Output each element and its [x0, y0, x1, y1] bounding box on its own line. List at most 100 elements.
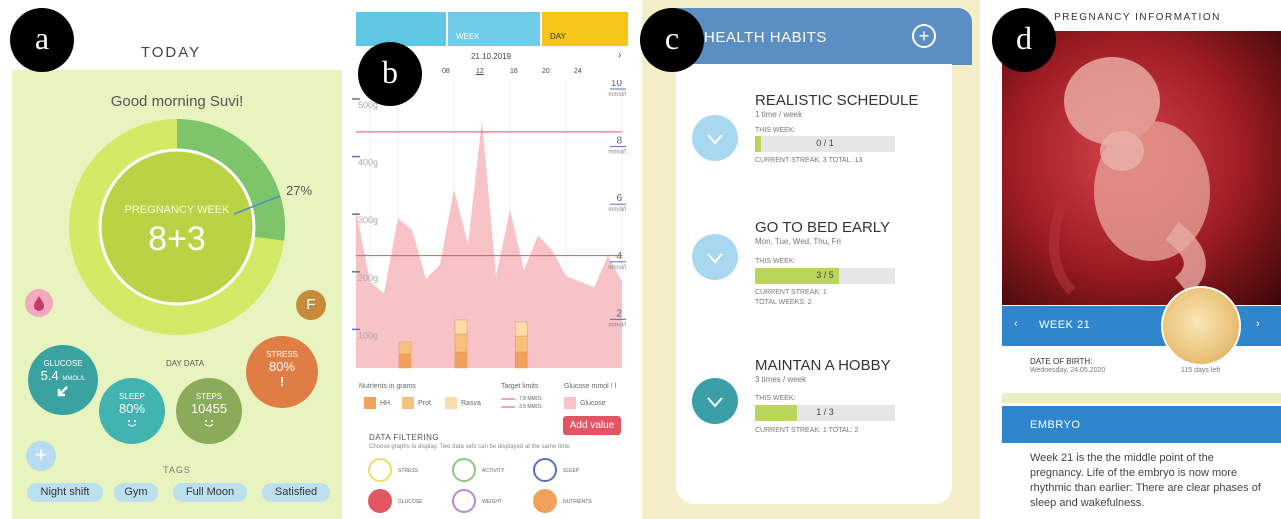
days-left: 115 days left: [1181, 367, 1221, 374]
stress-value: 80%: [268, 359, 296, 374]
sleep-bubble[interactable]: SLEEP 80%: [99, 378, 165, 444]
habit-frequency: Mon, Tue, Wed, Thu, Fri: [755, 237, 841, 246]
right-axis-unit: mmol/l: [608, 207, 626, 213]
drop-icon: [34, 296, 44, 311]
panel-marker-b: b: [358, 42, 422, 106]
plus-icon: +: [34, 442, 48, 467]
steps-bubble[interactable]: STEPS 10455: [176, 378, 242, 444]
add-value-button[interactable]: Add value: [563, 416, 621, 435]
chevron-right-icon[interactable]: ›: [1256, 318, 1260, 330]
habit-check-button[interactable]: [692, 234, 738, 280]
nutrient-bar-segment: [514, 335, 528, 353]
habit-name: MAINTAN A HOBBY: [755, 357, 891, 374]
add-habit-button[interactable]: +: [912, 24, 936, 48]
tab-week[interactable]: WEEK: [448, 12, 540, 46]
right-axis-unit: mmol/l: [608, 265, 626, 271]
chevron-down-icon: [707, 134, 723, 145]
habit-this-week: THIS WEEK:: [755, 127, 796, 134]
filter-label: ACTIVITY: [482, 468, 505, 474]
legend-hh: HH.: [380, 400, 393, 407]
glucose-value-line: 5.4 MMOL/L: [28, 368, 98, 383]
left-axis-label: 200g: [358, 273, 378, 283]
habit-progress-bar: 0 / 1: [755, 136, 895, 152]
tag-chip[interactable]: Gym: [114, 483, 158, 502]
filter-label: STRESS: [398, 468, 419, 474]
chevron-down-icon: [707, 253, 723, 264]
nutrient-bar-segment: [454, 351, 468, 369]
tag-chip[interactable]: Night shift: [27, 483, 103, 502]
filter-nutrients-toggle[interactable]: [533, 489, 557, 513]
legend-target-title: Target limits: [501, 383, 539, 390]
arrow-down-left-icon: [57, 386, 68, 397]
habit-progress-text: 0 / 1: [816, 138, 834, 148]
glucose-bubble[interactable]: GLUCOSE 5.4 MMOL/L: [28, 345, 98, 415]
filter-activity-toggle[interactable]: [452, 458, 476, 482]
legend-limit-2: 3.5 MMOL: [519, 404, 543, 410]
embryo-image: [1002, 31, 1281, 305]
habit-this-week: THIS WEEK:: [755, 395, 796, 402]
steps-label: STEPS: [195, 392, 223, 401]
legend-limit-1: 7.8 MMOL: [519, 396, 543, 402]
habit-stats: CURRENT STREAK: 3 TOTAL: 13: [755, 157, 863, 164]
panel-marker-d: d: [992, 8, 1056, 72]
filter-stress-toggle[interactable]: [368, 458, 392, 482]
glucose-area: [356, 120, 622, 368]
pregnancy-week-label: PREGNANCY WEEK: [124, 204, 230, 216]
hour-tick: 16: [510, 68, 518, 75]
chevron-right-icon[interactable]: ›: [618, 50, 621, 61]
habit-stats: CURRENT STREAK: 1: [755, 289, 827, 296]
tab-day[interactable]: DAY: [542, 12, 628, 46]
legend-swatch-glucose: [564, 397, 576, 409]
nutrient-bar-segment: [514, 351, 528, 369]
panel-health-habits: HEALTH HABITS + REALISTIC SCHEDULE 1 tim…: [642, 0, 980, 519]
habit-progress-bar: 3 / 5: [755, 268, 895, 284]
legend-prot: Prot.: [418, 400, 433, 407]
nutrient-bar-segment: [398, 353, 412, 369]
pregnancy-week-value: 8+3: [148, 220, 206, 258]
habits-title: HEALTH HABITS: [704, 29, 827, 46]
left-axis-label: 300g: [358, 215, 378, 225]
f-button[interactable]: F: [296, 290, 326, 320]
right-axis-unit: mmol/l: [608, 322, 626, 328]
habit-name: REALISTIC SCHEDULE: [755, 92, 919, 109]
filter-weight-toggle[interactable]: [452, 489, 476, 513]
right-axis-value: 4: [616, 251, 622, 262]
panel-marker-c: c: [640, 8, 704, 72]
filter-sleep-toggle[interactable]: [533, 458, 557, 482]
legend-glucose-title: Glucose mmol / l: [564, 383, 617, 390]
legend-rasva: Rasva: [461, 400, 481, 407]
tab-month[interactable]: [356, 12, 446, 46]
stress-bubble[interactable]: STRESS 80% !: [246, 336, 318, 408]
habit-check-button[interactable]: [692, 378, 738, 424]
filter-glucose-toggle[interactable]: [368, 489, 392, 513]
chevron-left-icon[interactable]: ‹: [1014, 318, 1018, 330]
glucose-unit: MMOL/L: [62, 376, 86, 382]
week-label: WEEK 21: [1039, 319, 1091, 331]
steps-value: 10455: [190, 401, 228, 416]
stress-label: STRESS: [265, 350, 298, 359]
filter-label: SLEEP: [563, 468, 580, 474]
right-axis-value: 8: [616, 136, 622, 147]
tags-title: TAGS: [163, 465, 191, 475]
tag-chip[interactable]: Satisfied: [262, 483, 330, 502]
glucose-value: 5.4: [40, 368, 59, 383]
smile-icon: [204, 420, 214, 427]
stress-alert: !: [279, 374, 285, 389]
left-axis-label: 100g: [358, 330, 378, 340]
panel-marker-a: a: [10, 8, 74, 72]
drop-button[interactable]: [25, 289, 53, 317]
nutrient-bar-segment: [514, 321, 528, 337]
divider-strip: [1002, 393, 1281, 403]
legend-swatch-hh: [364, 397, 376, 409]
embryo-section-title: EMBRYO: [1030, 419, 1081, 431]
right-axis-unit: mmol/l: [608, 92, 626, 98]
legend-limit-lines: [501, 398, 515, 408]
tag-chip[interactable]: Full Moon: [173, 483, 247, 502]
habit-check-button[interactable]: [692, 115, 738, 161]
hour-tick: 24: [574, 68, 582, 75]
fruit-size-thumbnail: [1161, 286, 1241, 366]
hour-tick: 20: [542, 68, 550, 75]
hour-tick: 12: [476, 68, 484, 75]
legend-swatch-prot: [402, 397, 414, 409]
smile-icon: [127, 420, 137, 427]
